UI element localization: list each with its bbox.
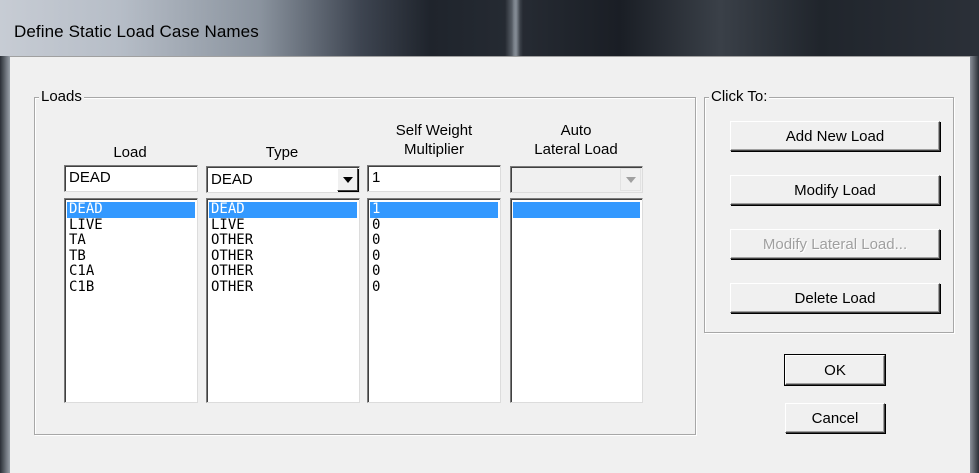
cancel-button[interactable]: Cancel <box>785 403 885 433</box>
type-list-item[interactable]: OTHER <box>209 248 357 265</box>
type-list-item[interactable]: LIVE <box>209 217 357 234</box>
header-auto-lateral-load: Auto Lateral Load <box>534 122 618 158</box>
header-self-weight-multiplier: Self Weight Multiplier <box>395 122 473 158</box>
window-frame-right <box>970 56 979 473</box>
load-list-item[interactable]: C1B <box>67 279 195 296</box>
ok-button[interactable]: OK <box>784 354 886 386</box>
click-to-group-label: Click To: <box>709 88 770 105</box>
title-bar[interactable]: Define Static Load Case Names <box>0 0 979 56</box>
multiplier-list-item[interactable]: 0 <box>370 217 498 234</box>
multiplier-list-item[interactable]: 1 <box>370 201 498 218</box>
add-new-load-button[interactable]: Add New Load <box>730 121 940 151</box>
window-frame-left <box>0 56 10 473</box>
load-name-list[interactable]: DEAD LIVE TA TB C1A C1B <box>64 198 198 403</box>
glass-streak <box>512 0 520 56</box>
chevron-down-icon[interactable] <box>337 168 358 191</box>
chevron-down-icon <box>620 168 641 191</box>
multiplier-list-item[interactable]: 0 <box>370 248 498 265</box>
multiplier-list-item[interactable]: 0 <box>370 279 498 296</box>
type-list-item[interactable]: OTHER <box>209 263 357 280</box>
type-list-item[interactable]: DEAD <box>209 201 357 218</box>
auto-lateral-list-item[interactable] <box>513 280 640 296</box>
modify-lateral-load-button[interactable]: Modify Lateral Load... <box>730 229 940 259</box>
load-list-item[interactable]: DEAD <box>67 201 195 218</box>
load-type-value: DEAD <box>211 171 253 188</box>
load-type-list[interactable]: DEAD LIVE OTHER OTHER OTHER OTHER <box>206 198 360 403</box>
delete-load-button[interactable]: Delete Load <box>730 283 940 313</box>
auto-lateral-list-item[interactable] <box>513 249 640 265</box>
header-type: Type <box>265 144 299 161</box>
self-weight-multiplier-input[interactable]: 1 <box>367 165 501 192</box>
multiplier-list-item[interactable]: 0 <box>370 232 498 249</box>
type-list-item[interactable]: OTHER <box>209 232 357 249</box>
load-name-input[interactable]: DEAD <box>64 165 198 192</box>
window-title: Define Static Load Case Names <box>14 22 259 41</box>
dialog-client-area: Loads Load Type Self Weight Multiplier A… <box>10 56 970 473</box>
auto-lateral-list-item[interactable] <box>513 218 640 234</box>
type-list-item[interactable]: OTHER <box>209 279 357 296</box>
auto-lateral-list[interactable] <box>510 198 643 403</box>
auto-lateral-list-item[interactable] <box>513 233 640 249</box>
load-list-item[interactable]: TB <box>67 248 195 265</box>
loads-group-label: Loads <box>39 88 84 105</box>
header-load: Load <box>113 144 147 161</box>
load-type-select[interactable]: DEAD <box>206 166 360 193</box>
modify-load-button[interactable]: Modify Load <box>730 175 940 205</box>
load-list-item[interactable]: LIVE <box>67 217 195 234</box>
multiplier-list[interactable]: 100000 <box>367 198 501 403</box>
auto-lateral-load-select[interactable] <box>510 166 643 193</box>
load-list-item[interactable]: TA <box>67 232 195 249</box>
load-list-item[interactable]: C1A <box>67 263 195 280</box>
multiplier-list-item[interactable]: 0 <box>370 263 498 280</box>
auto-lateral-list-item[interactable] <box>513 202 640 218</box>
auto-lateral-list-item[interactable] <box>513 264 640 280</box>
